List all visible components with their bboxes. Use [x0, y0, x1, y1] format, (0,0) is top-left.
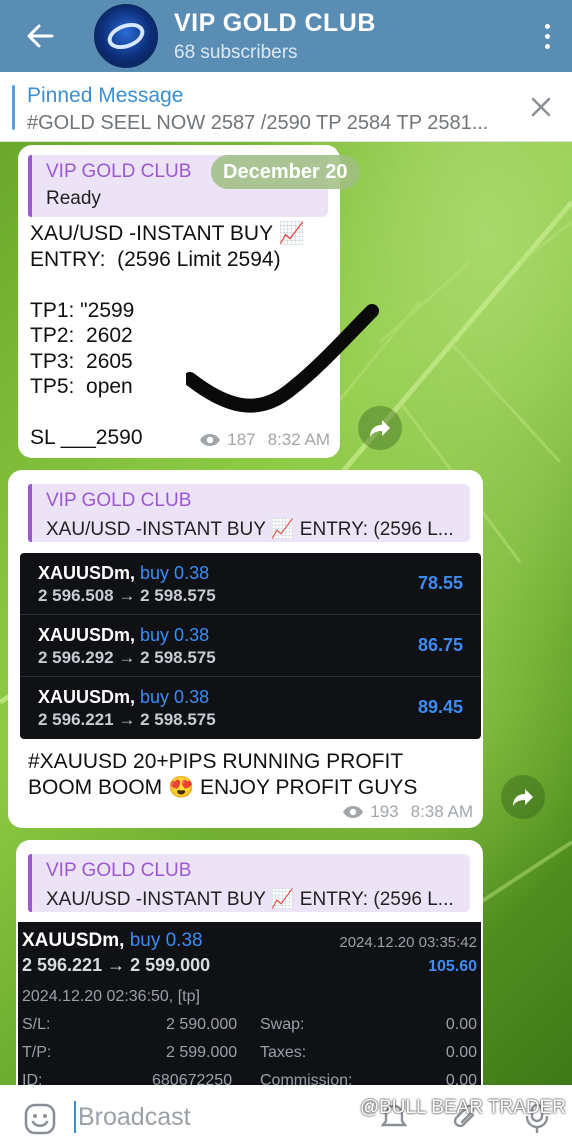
date-pill: December 20	[211, 155, 360, 189]
trade-symbol: XAUUSDm,	[38, 563, 136, 583]
swap-value: 0.00	[445, 1016, 477, 1033]
message-bubble[interactable]: VIP GOLD CLUB XAU/USD -INSTANT BUY 📈 ENT…	[8, 470, 483, 828]
quote-text: Ready	[46, 188, 101, 209]
taxes-label: Taxes:	[260, 1044, 307, 1061]
trade-prices: 2 596.292 → 2 598.575	[38, 648, 216, 667]
trade-profit: 105.60	[428, 958, 477, 975]
trade-prices: 2 596.508 → 2 598.575	[38, 586, 216, 605]
trade-row: XAUUSDm, buy 0.38 2 596.508 → 2 598.575 …	[20, 553, 481, 615]
trade-detail-screenshot[interactable]: XAUUSDm, buy 0.38 2024.12.20 03:35:42 2 …	[18, 922, 481, 1092]
views-icon	[343, 806, 364, 818]
trade-symbol: XAUUSDm,	[38, 625, 136, 645]
trade-profit: 86.75	[417, 635, 463, 655]
message-meta: 187 8:32 AM	[199, 430, 330, 450]
emoji-icon[interactable]	[24, 1103, 56, 1135]
swap-label: Swap:	[260, 1016, 305, 1033]
taxes-value: 0.00	[445, 1044, 477, 1061]
quote-author: VIP GOLD CLUB	[46, 490, 192, 511]
forward-button[interactable]	[358, 406, 402, 450]
tp-label: T/P:	[22, 1044, 52, 1061]
close-icon[interactable]	[528, 94, 554, 120]
pinned-message-bar[interactable]: Pinned Message #GOLD SEEL NOW 2587 /2590…	[0, 72, 572, 142]
trade-row: XAUUSDm, buy 0.38 2 596.292 → 2 598.575 …	[20, 615, 481, 677]
channel-avatar[interactable]	[94, 4, 158, 68]
subscriber-count: 68 subscribers	[174, 41, 298, 63]
message-time: 8:32 AM	[267, 430, 330, 449]
forward-button[interactable]	[501, 775, 545, 819]
quote-author: VIP GOLD CLUB	[46, 161, 192, 182]
view-count: 193	[370, 802, 399, 821]
pinned-text: #GOLD SEEL NOW 2587 /2590 TP 2584 TP 258…	[27, 112, 489, 134]
trade-profit: 89.45	[417, 697, 463, 717]
channel-title: VIP GOLD CLUB	[174, 8, 376, 37]
quote-text: XAU/USD -INSTANT BUY 📈 ENTRY: (2596 L...	[46, 889, 454, 910]
share-arrow-icon	[513, 789, 533, 806]
trade-profit: 78.55	[417, 573, 463, 593]
back-button[interactable]	[0, 0, 80, 72]
trade-symbol: XAUUSDm,	[38, 687, 136, 707]
reply-quote[interactable]: VIP GOLD CLUB XAU/USD -INSTANT BUY 📈 ENT…	[28, 484, 470, 542]
trade-row: XAUUSDm, buy 0.38 2 596.221 → 2 598.575 …	[20, 677, 481, 739]
broadcast-input[interactable]: Broadcast	[78, 1103, 191, 1132]
message-text: #XAUUSD 20+PIPS RUNNING PROFIT BOOM BOOM…	[28, 750, 418, 799]
close-time: 2024.12.20 03:35:42	[339, 934, 477, 951]
reply-quote[interactable]: VIP GOLD CLUB XAU/USD -INSTANT BUY 📈 ENT…	[28, 854, 470, 912]
watermark: @BULL BEAR TRADER	[359, 1097, 566, 1118]
chat-header: VIP GOLD CLUB 68 subscribers	[0, 0, 572, 72]
more-menu-button[interactable]	[522, 0, 572, 72]
trade-side: buy 0.38	[140, 625, 210, 645]
message-bubble[interactable]: VIP GOLD CLUB Ready XAU/USD -INSTANT BUY…	[18, 145, 379, 458]
views-icon	[200, 434, 221, 446]
pinned-title: Pinned Message	[27, 84, 184, 107]
trade-screenshot[interactable]: XAUUSDm, buy 0.38 2 596.508 → 2 598.575 …	[20, 553, 481, 739]
share-arrow-icon	[370, 420, 390, 437]
trade-side: buy 0.38	[129, 930, 203, 951]
tp-row: T/P: 2 599.000 Taxes: 0.00	[22, 1044, 477, 1070]
checkmark-drawing	[186, 304, 379, 413]
sl-label: S/L:	[22, 1016, 51, 1033]
open-time: 2024.12.20 02:36:50, [tp]	[22, 988, 200, 1005]
trade-symbol: XAUUSDm,	[22, 930, 125, 951]
sl-value: 2 590.000	[166, 1016, 238, 1033]
view-count: 187	[227, 430, 256, 449]
sl-row: S/L: 2 590.000 Swap: 0.00	[22, 1016, 477, 1042]
channel-info[interactable]: VIP GOLD CLUB 68 subscribers	[174, 9, 522, 64]
trade-side: buy 0.38	[140, 687, 210, 707]
message-input-bar: Broadcast @BULL BEAR TRADER	[0, 1085, 572, 1147]
tp-value: 2 599.000	[166, 1044, 238, 1061]
trade-side: buy 0.38	[140, 563, 210, 583]
message-meta: 193 8:38 AM	[342, 802, 473, 822]
quote-text: XAU/USD -INSTANT BUY 📈 ENTRY: (2596 L...	[46, 519, 454, 540]
pinned-indicator	[12, 85, 15, 130]
quote-author: VIP GOLD CLUB	[46, 860, 192, 881]
back-arrow-icon	[27, 24, 54, 48]
trade-prices: 2 596.221 → 2 598.575	[38, 710, 216, 729]
text-caret	[74, 1101, 76, 1133]
trade-prices: 2 596.221 → 2 599.000	[22, 955, 211, 975]
message-time: 8:38 AM	[410, 802, 473, 821]
